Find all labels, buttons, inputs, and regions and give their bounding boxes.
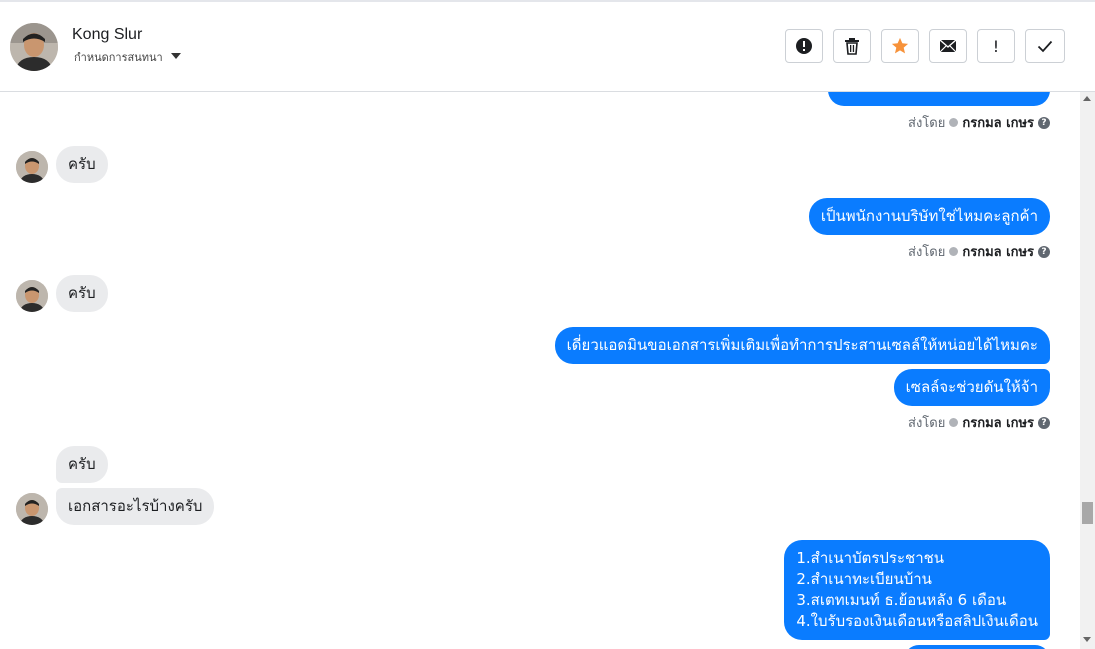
help-icon[interactable]: ? [1038,416,1050,429]
sender-name[interactable]: กรกมล เกษร [962,412,1034,433]
message-bubble-outgoing-cut [828,92,1050,106]
envelope-icon [939,39,957,53]
verified-icon [949,247,959,256]
contact-avatar-small[interactable] [16,280,48,312]
message-line: 4.ใบรับรองเงินเดือนหรือสลิปเงินเดือน [796,612,1038,630]
verified-icon [949,118,959,127]
check-icon [1037,40,1053,53]
message-bubble-incoming: ครับ [56,275,108,312]
message-bubble-outgoing: เดี่ยวแอดมินขอเอกสารเพิ่มเติมเพื่อทำการป… [554,327,1050,364]
contact-avatar-small[interactable] [16,493,48,525]
verified-icon [949,418,959,427]
message-bubble-incoming: ครับ [56,446,108,483]
contact-name[interactable]: Kong Slur [72,26,142,44]
message-line: 3.สเตทเมนท์ ธ.ย้อนหลัง 6 เดือน [796,591,1007,609]
sender-name[interactable]: กรกมล เกษร [962,241,1034,262]
sent-by-row: ส่งโดย กรกมล เกษร ? [908,412,1050,433]
message-bubble-outgoing: เซลล์จะช่วยดันให้จ้า [893,369,1050,406]
scroll-up-arrow-icon[interactable] [1083,96,1091,101]
sent-by-row: ส่งโดย กรกมล เกษร ? [908,112,1050,133]
message-scrollbar[interactable] [1080,92,1095,649]
follow-up-button[interactable]: ! [977,29,1015,63]
sent-by-label: ส่งโดย [908,245,946,260]
help-icon[interactable]: ? [1038,245,1050,258]
delete-button[interactable] [833,29,871,63]
report-spam-button[interactable] [785,29,823,63]
conversation-header: Kong Slur กำหนดการสนทนา ! [0,2,1095,92]
scrollbar-thumb[interactable] [1082,502,1093,524]
message-bubble-outgoing: 1.สำเนาบัตรประชาชน 2.สำเนาทะเบียนบ้าน 3.… [784,540,1050,640]
contact-avatar[interactable] [10,23,58,71]
help-icon[interactable]: ? [1038,116,1050,129]
message-bubble-outgoing: เป็นพนักงานบริษัทใช่ไหมคะลูกค้า [808,198,1050,235]
sender-name[interactable]: กรกมล เกษร [962,112,1034,133]
sent-by-label: ส่งโดย [908,116,946,131]
message-bubble-incoming: ครับ [56,146,108,183]
message-thread[interactable]: ส่งโดย กรกมล เกษร ? ครับ เป็นพนักงานบริษ… [0,92,1080,649]
conversation-settings-label[interactable]: กำหนดการสนทนา [74,48,163,66]
sent-by-row: ส่งโดย กรกมล เกษร ? [908,241,1050,262]
trash-icon [845,38,859,55]
message-line: 1.สำเนาบัตรประชาชน [796,549,945,567]
mark-unread-button[interactable] [929,29,967,63]
alert-circle-icon [796,38,812,54]
message-bubble-outgoing-cut [904,645,1050,649]
scroll-down-arrow-icon[interactable] [1083,637,1091,642]
sent-by-label: ส่งโดย [908,416,946,431]
contact-avatar-small[interactable] [16,151,48,183]
star-button[interactable] [881,29,919,63]
exclamation-icon: ! [992,36,1000,56]
mark-done-button[interactable] [1025,29,1065,63]
star-icon [891,37,909,54]
message-bubble-incoming: เอกสารอะไรบ้างครับ [56,488,215,525]
chevron-down-icon[interactable] [171,53,181,59]
message-line: 2.สำเนาทะเบียนบ้าน [796,570,932,588]
